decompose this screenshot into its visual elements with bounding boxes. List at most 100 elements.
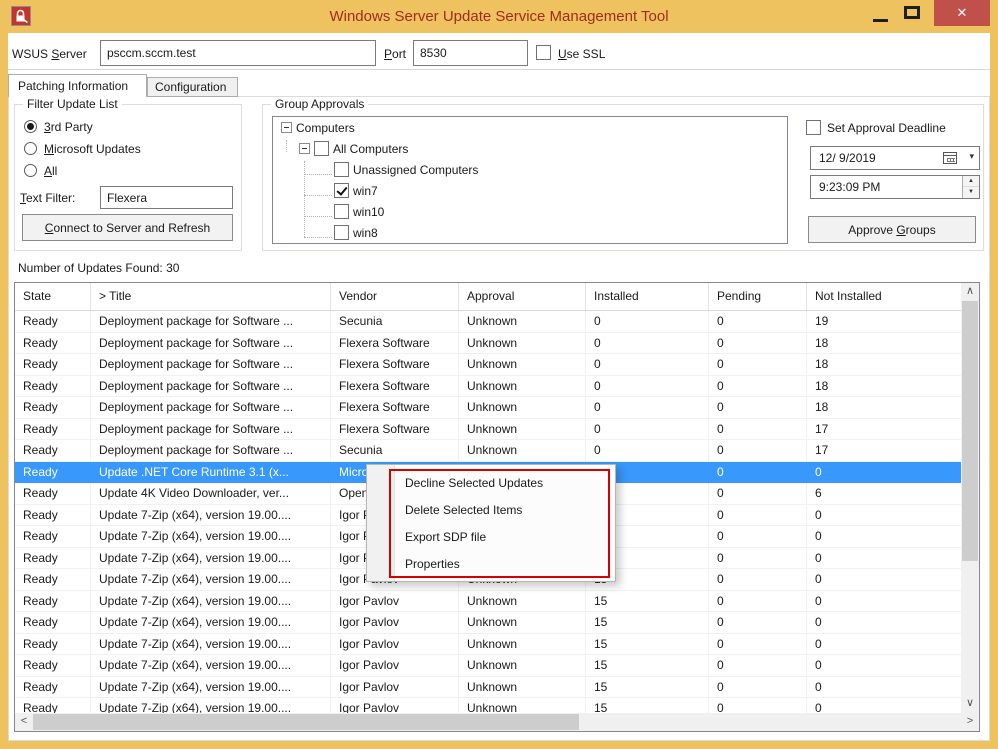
spin-up-icon[interactable]: ▲	[963, 176, 979, 187]
tree-item-computers[interactable]: Computers	[273, 117, 787, 138]
cell-installed: 15	[586, 677, 709, 698]
close-icon: ✕	[957, 5, 968, 20]
cell-title: Update 7-Zip (x64), version 19.00....	[91, 698, 331, 713]
scroll-up-icon[interactable]: ∧	[961, 283, 979, 301]
table-row[interactable]: ReadyUpdate 7-Zip (x64), version 19.00..…	[15, 677, 961, 699]
radio-microsoft-updates[interactable]	[24, 142, 37, 155]
cell-title: Update 7-Zip (x64), version 19.00....	[91, 677, 331, 698]
cell-approval: Unknown	[459, 698, 586, 713]
tree-item-win7[interactable]: win7	[273, 180, 787, 201]
column-header[interactable]: Not Installed	[807, 283, 961, 310]
tab-patching-information[interactable]: Patching Information	[8, 74, 147, 97]
cell-state: Ready	[15, 698, 91, 713]
column-header[interactable]: State	[15, 283, 91, 310]
table-row[interactable]: ReadyUpdate 7-Zip (x64), version 19.00..…	[15, 698, 961, 713]
cell-title: Deployment package for Software ...	[91, 397, 331, 418]
use-ssl-label[interactable]: Use SSL	[558, 47, 605, 61]
scroll-down-icon[interactable]: ∨	[961, 695, 979, 713]
tree-checkbox[interactable]	[334, 204, 349, 219]
cell-state: Ready	[15, 397, 91, 418]
cell-approval: Unknown	[459, 440, 586, 461]
cell-pending: 0	[709, 677, 807, 698]
cell-vendor: Igor Pavlov	[331, 677, 459, 698]
deadline-date-picker[interactable]: 12/ 9/2019 ▾	[810, 146, 980, 170]
cell-vendor: Flexera Software	[331, 419, 459, 440]
set-approval-deadline-checkbox[interactable]	[806, 120, 821, 135]
cell-installed: 0	[586, 397, 709, 418]
tree-item-label: win10	[353, 205, 384, 219]
tree-checkbox[interactable]	[334, 162, 349, 177]
cell-pending: 0	[709, 397, 807, 418]
tree-item-win10[interactable]: win10	[273, 201, 787, 222]
cell-not_installed: 0	[807, 526, 961, 547]
table-row[interactable]: ReadyDeployment package for Software ...…	[15, 311, 961, 333]
deadline-time-picker[interactable]: 9:23:09 PM ▲▼	[810, 175, 980, 199]
tree-collapse-icon[interactable]	[299, 143, 310, 154]
tree-item-all-computers[interactable]: All Computers	[273, 138, 787, 159]
port-label: Port	[384, 47, 406, 61]
computers-tree[interactable]: ComputersAll ComputersUnassigned Compute…	[272, 116, 788, 244]
column-header[interactable]: > Title	[91, 283, 331, 310]
table-row[interactable]: ReadyUpdate 7-Zip (x64), version 19.00..…	[15, 655, 961, 677]
table-row[interactable]: ReadyDeployment package for Software ...…	[15, 333, 961, 355]
table-row[interactable]: ReadyDeployment package for Software ...…	[15, 419, 961, 441]
tree-checkbox[interactable]	[334, 183, 349, 198]
column-header[interactable]: Pending	[709, 283, 807, 310]
tab-configuration[interactable]: Configuration	[147, 77, 238, 97]
horizontal-scrollbar[interactable]: < >	[15, 713, 979, 731]
scroll-left-icon[interactable]: <	[15, 713, 33, 731]
scroll-right-icon[interactable]: >	[961, 713, 979, 731]
cell-pending: 0	[709, 333, 807, 354]
radio-microsoft-updates-label[interactable]: Microsoft Updates	[44, 142, 141, 156]
vertical-scrollbar[interactable]: ∧ ∨	[961, 283, 979, 713]
cell-not_installed: 18	[807, 333, 961, 354]
table-row[interactable]: ReadyDeployment package for Software ...…	[15, 397, 961, 419]
maximize-button[interactable]	[897, 0, 927, 26]
tree-checkbox[interactable]	[334, 225, 349, 240]
radio-3rd-party-label[interactable]: 3rd Party	[44, 120, 93, 134]
radio-3rd-party[interactable]	[24, 120, 37, 133]
table-row[interactable]: ReadyUpdate 7-Zip (x64), version 19.00..…	[15, 612, 961, 634]
approve-groups-button[interactable]: Approve Groups	[808, 216, 976, 243]
set-approval-deadline-label[interactable]: Set Approval Deadline	[827, 121, 946, 135]
radio-all-label[interactable]: All	[44, 164, 57, 178]
table-row[interactable]: ReadyDeployment package for Software ...…	[15, 440, 961, 462]
column-header[interactable]: Vendor	[331, 283, 459, 310]
cell-pending: 0	[709, 591, 807, 612]
wsus-server-label: WSUS Server	[12, 47, 87, 61]
tree-item-unassigned-computers[interactable]: Unassigned Computers	[273, 159, 787, 180]
vertical-scrollbar-thumb[interactable]	[962, 301, 978, 561]
column-header[interactable]: Approval	[459, 283, 586, 310]
cell-state: Ready	[15, 354, 91, 375]
cell-pending: 0	[709, 462, 807, 484]
cell-installed: 15	[586, 612, 709, 633]
table-row[interactable]: ReadyUpdate 7-Zip (x64), version 19.00..…	[15, 591, 961, 613]
cell-pending: 0	[709, 440, 807, 461]
wsus-server-input[interactable]	[100, 40, 376, 66]
cell-state: Ready	[15, 505, 91, 526]
tree-checkbox[interactable]	[314, 141, 329, 156]
cell-vendor: Igor Pavlov	[331, 612, 459, 633]
table-row[interactable]: ReadyUpdate 7-Zip (x64), version 19.00..…	[15, 634, 961, 656]
calendar-icon[interactable]	[943, 152, 957, 164]
horizontal-scrollbar-thumb[interactable]	[33, 714, 579, 730]
use-ssl-checkbox[interactable]	[536, 45, 551, 60]
tree-collapse-icon[interactable]	[281, 122, 292, 133]
connect-refresh-button[interactable]: Connect to Server and Refresh	[22, 214, 233, 241]
close-button[interactable]: ✕	[934, 0, 990, 26]
table-row[interactable]: ReadyDeployment package for Software ...…	[15, 376, 961, 398]
cell-state: Ready	[15, 612, 91, 633]
text-filter-input[interactable]	[100, 186, 233, 209]
minimize-button[interactable]	[865, 0, 895, 26]
spin-down-icon[interactable]: ▼	[963, 187, 979, 198]
cell-title: Deployment package for Software ...	[91, 376, 331, 397]
radio-all[interactable]	[24, 164, 37, 177]
time-spinner[interactable]: ▲▼	[962, 176, 979, 198]
column-header[interactable]: Installed	[586, 283, 709, 310]
chevron-down-icon[interactable]: ▾	[969, 151, 974, 162]
cell-not_installed: 0	[807, 655, 961, 676]
tree-item-win8[interactable]: win8	[273, 222, 787, 243]
port-input[interactable]	[413, 40, 528, 66]
table-row[interactable]: ReadyDeployment package for Software ...…	[15, 354, 961, 376]
cell-vendor: Igor Pavlov	[331, 634, 459, 655]
